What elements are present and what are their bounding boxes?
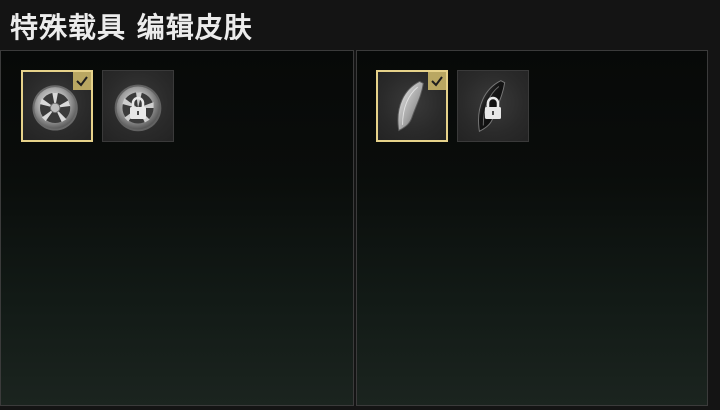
selected-check-badge bbox=[428, 72, 446, 90]
fender-skin-panel bbox=[356, 50, 708, 406]
wheel-skin-slot-1[interactable] bbox=[21, 70, 93, 142]
wheel-skin-slot-2[interactable] bbox=[102, 70, 174, 142]
fender-skin-slot-1[interactable] bbox=[376, 70, 448, 142]
page-title: 特殊载具 编辑皮肤 bbox=[10, 11, 253, 44]
wheel-skin-panel bbox=[0, 50, 354, 406]
checkmark-icon bbox=[76, 76, 88, 87]
selected-check-badge bbox=[73, 72, 91, 90]
checkmark-icon bbox=[431, 76, 443, 87]
lock-icon bbox=[482, 96, 504, 120]
fender-skin-slot-2[interactable] bbox=[457, 70, 529, 142]
lock-icon bbox=[127, 96, 149, 120]
